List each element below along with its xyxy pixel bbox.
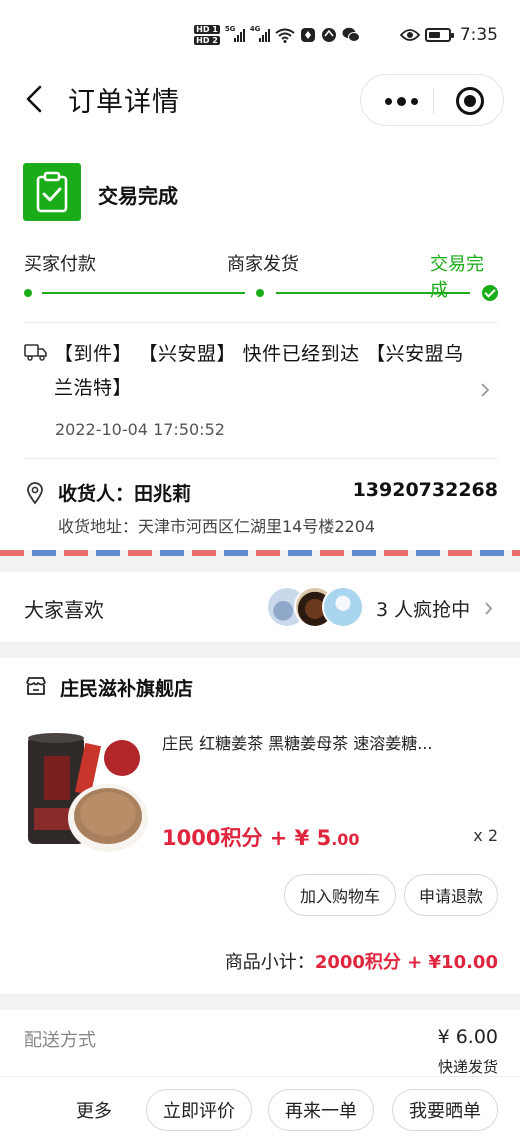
- logistics-latest-text[interactable]: 【到件】 【兴安盟】 快件已经到达 【兴安盟乌兰浩特】: [54, 337, 464, 405]
- divider: [24, 458, 498, 459]
- buyer-avatars: [266, 586, 366, 628]
- signal-icon-2: 4G: [250, 25, 270, 42]
- battery-icon: [424, 28, 454, 42]
- page-title: 订单详情: [68, 87, 180, 118]
- product-price: 1000积分 + ¥ 5.00: [162, 822, 360, 852]
- step-shipped-label: 商家发货: [227, 254, 299, 275]
- review-button[interactable]: 立即评价: [146, 1089, 252, 1131]
- app-notification-icon-2: [321, 28, 336, 42]
- wifi-icon: [275, 28, 295, 43]
- delivery-label: 配送方式: [24, 1030, 96, 1051]
- step-dot: [256, 289, 264, 297]
- step-paid-label: 买家付款: [24, 254, 96, 275]
- product-image[interactable]: [26, 730, 148, 856]
- reorder-button[interactable]: 再来一单: [268, 1089, 374, 1131]
- status-icons: HD 1 HD 2 5G 4G 7:35: [194, 24, 498, 46]
- hd-icon: HD 1 HD 2: [194, 25, 220, 45]
- step-complete-check-icon: [482, 285, 498, 301]
- add-to-cart-button[interactable]: 加入购物车: [284, 874, 396, 916]
- avatar: [322, 586, 364, 628]
- airmail-border: [0, 550, 520, 556]
- step-line: [42, 292, 245, 294]
- network-group: HD 1 HD 2 5G 4G: [194, 24, 360, 46]
- delivery-method: 快递发货: [437, 1058, 498, 1076]
- product-title[interactable]: 庄民 红糖姜茶 黑糖姜母茶 速溶姜糖...: [162, 730, 462, 754]
- more-button[interactable]: 更多: [76, 1097, 112, 1123]
- delivery-fee: ¥ 6.00: [437, 1026, 498, 1048]
- order-detail-page: HD 1 HD 2 5G 4G 7:35 订单详情 交易完成 买家付款 商家发货…: [0, 0, 520, 1144]
- popular-count: 3 人疯抢中: [376, 599, 471, 621]
- record-icon[interactable]: [456, 87, 484, 115]
- step-dot: [24, 289, 32, 297]
- truck-icon: [24, 344, 47, 361]
- logistics-time: 2022-10-04 17:50:52: [55, 420, 225, 439]
- product-quantity: x 2: [473, 826, 498, 845]
- chevron-right-icon[interactable]: [480, 382, 490, 398]
- chevron-right-icon: [485, 602, 493, 615]
- subtotal-value: 2000积分 + ¥10.00: [314, 952, 498, 973]
- divider: [24, 322, 498, 323]
- step-line: [276, 292, 470, 294]
- mini-program-capsule: [360, 74, 504, 126]
- receiver-phone: 13920732268: [352, 479, 498, 501]
- price-cents: .00: [331, 830, 360, 849]
- shop-icon: [26, 677, 46, 695]
- popular-label: 大家喜欢: [24, 598, 104, 622]
- subtotal-label: 商品小计：: [224, 952, 315, 973]
- eye-icon: [399, 29, 420, 41]
- wechat-icon: [342, 27, 360, 42]
- clock: 7:35: [459, 25, 498, 45]
- receiver-name: 收货人：田兆莉: [58, 483, 192, 505]
- app-notification-icon: [300, 28, 315, 42]
- shop-card: 庄民滋补旗舰店 庄民 红糖姜茶 黑糖姜母茶 速溶姜糖... 1000积分 + ¥…: [0, 658, 520, 994]
- share-order-button[interactable]: 我要晒单: [392, 1089, 498, 1131]
- order-status-card: 交易完成 买家付款 商家发货 交易完成 【到件】 【兴安盟】 快件已经到达 【兴…: [0, 140, 520, 550]
- order-progress-steps: 买家付款 商家发货 交易完成: [24, 250, 498, 301]
- capsule-divider: [433, 88, 434, 114]
- popular-row[interactable]: 大家喜欢 3 人疯抢中: [0, 572, 520, 642]
- shipping-address: 收货地址：天津市河西区仁湖里14号楼2204: [58, 517, 376, 536]
- chevron-left-icon[interactable]: [22, 84, 48, 114]
- order-status-text: 交易完成: [98, 184, 178, 208]
- price-main: 1000积分 + ¥ 5: [162, 826, 332, 850]
- more-dots-icon[interactable]: [381, 93, 421, 109]
- clipboard-check-icon: [23, 163, 81, 221]
- refund-button[interactable]: 申请退款: [404, 874, 498, 916]
- system-group: 7:35: [399, 25, 498, 45]
- location-pin-icon: [27, 482, 43, 505]
- title-bar: 订单详情: [0, 60, 520, 140]
- signal-icon: 5G: [225, 25, 245, 42]
- shop-name[interactable]: 庄民滋补旗舰店: [60, 674, 193, 701]
- subtotal: 商品小计：2000积分 + ¥10.00: [225, 948, 498, 974]
- bottom-action-bar: 更多 立即评价 再来一单 我要晒单: [0, 1076, 520, 1144]
